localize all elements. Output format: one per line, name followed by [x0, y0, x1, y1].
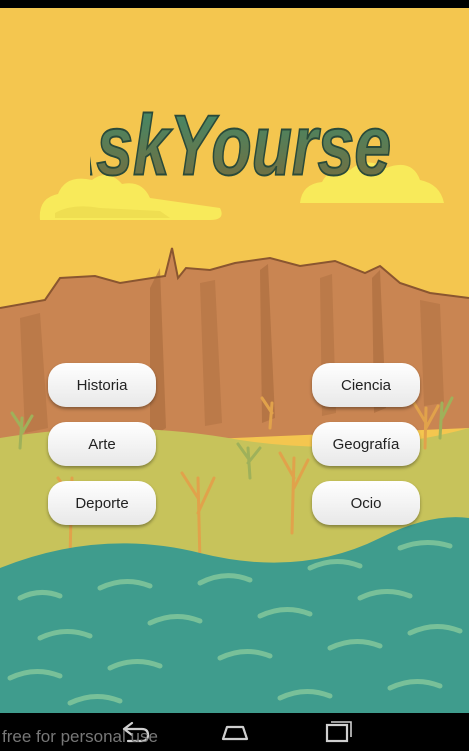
- background-scene: AskYourself Historia Ciencia Arte Geogra…: [0, 8, 469, 713]
- app-logo: AskYourself: [90, 97, 390, 194]
- ciencia-button[interactable]: Ciencia: [312, 363, 420, 407]
- arte-button[interactable]: Arte: [48, 422, 156, 466]
- svg-text:AskYourself: AskYourself: [90, 98, 390, 193]
- historia-button[interactable]: Historia: [48, 363, 156, 407]
- watermark-text: free for personal use: [2, 727, 158, 746]
- ocio-button[interactable]: Ocio: [312, 481, 420, 525]
- recents-button[interactable]: [318, 719, 358, 745]
- home-button[interactable]: [215, 719, 255, 745]
- recents-icon: [325, 721, 352, 743]
- home-icon: [221, 725, 249, 741]
- deporte-button[interactable]: Deporte: [48, 481, 156, 525]
- geografia-button[interactable]: Geografía: [312, 422, 420, 466]
- status-bar: [0, 0, 469, 8]
